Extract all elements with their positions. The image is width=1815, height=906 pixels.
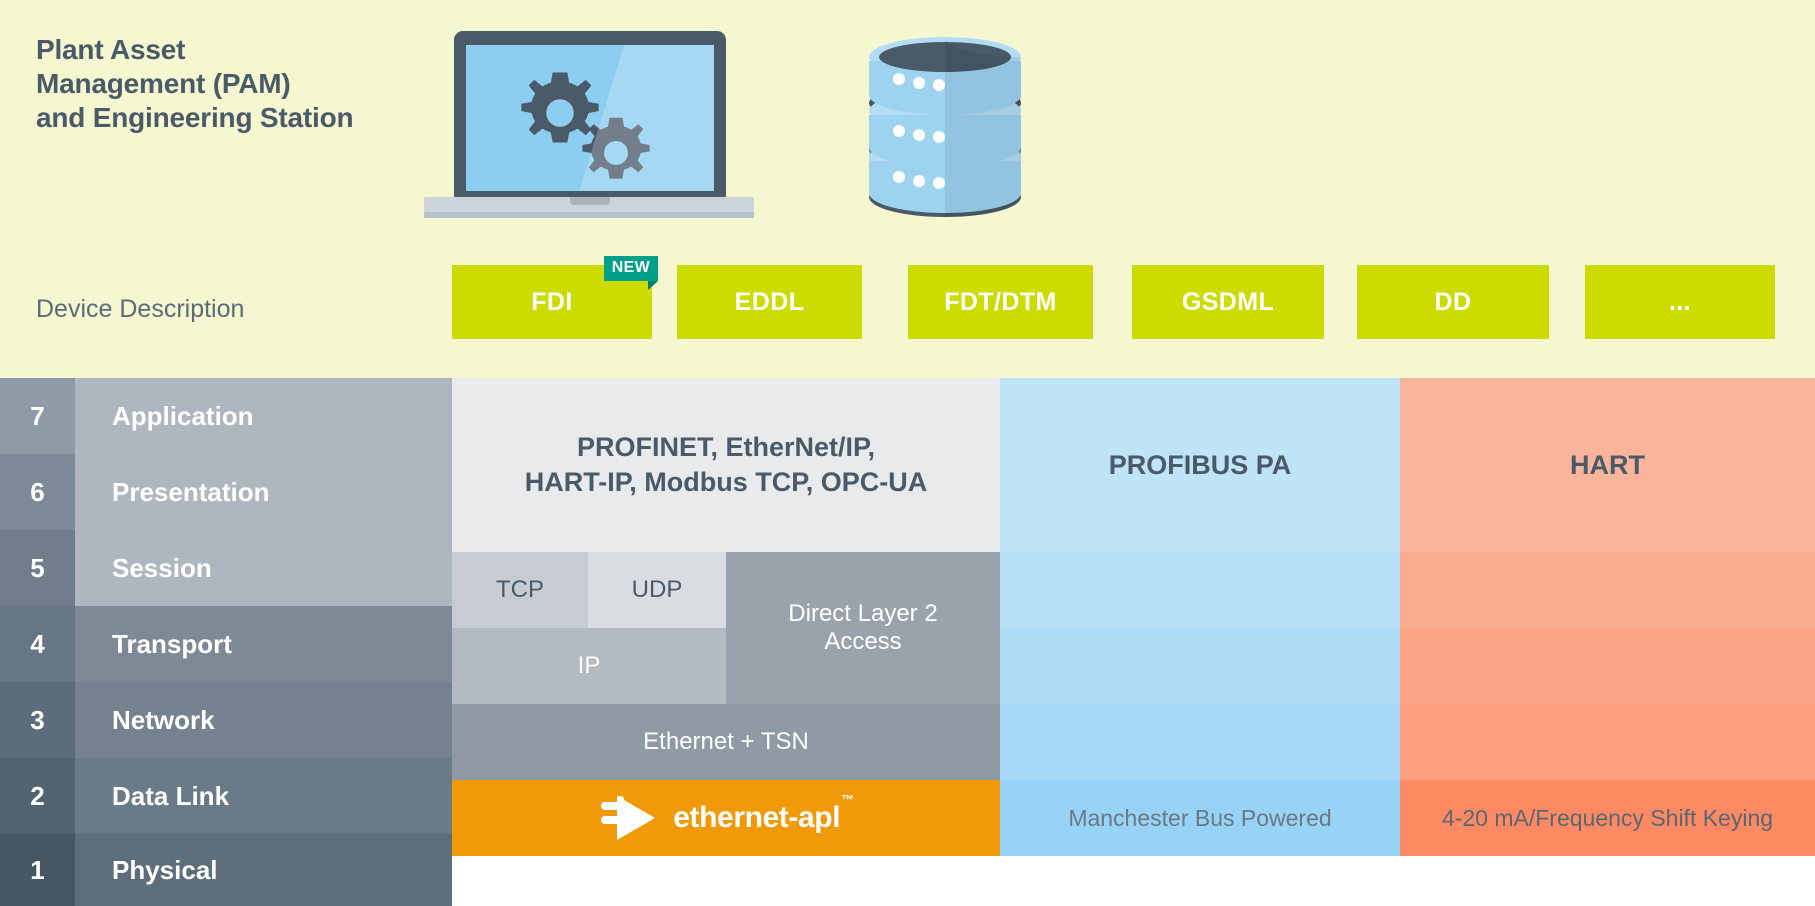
ethernet-protocols-line-2: HART-IP, Modbus TCP, OPC-UA (524, 467, 928, 497)
chip-gsdml[interactable]: GSDML (1132, 265, 1324, 339)
layer-number-4: 4 (0, 606, 75, 682)
ip-cell: IP (452, 628, 726, 704)
ethernet-tsn-label: Ethernet + TSN (643, 728, 809, 755)
profibus-title-cell: PROFIBUS PA (1000, 378, 1400, 552)
layer-name-application: Application (75, 378, 452, 454)
hart-physical-cell: 4-20 mA/Frequency Shift Keying (1400, 780, 1815, 856)
ethernet-datalink-cell: Ethernet + TSN (452, 704, 1000, 780)
profibus-physical-cell: Manchester Bus Powered (1000, 780, 1400, 856)
direct-layer2-line-2: Access (824, 628, 902, 655)
ethernet-apl-arrow-icon (599, 796, 656, 840)
ethernet-apl-physical-cell: ethernet-apl™ (452, 780, 1000, 856)
ethernet-protocols-line-1: PROFINET, EtherNet/IP, (576, 432, 876, 463)
ethernet-apl-logo: ethernet-apl™ (452, 780, 1000, 856)
layer-name-text: Session (112, 552, 212, 583)
direct-layer2-line-1: Direct Layer 2 (788, 600, 938, 627)
chip-fdt-dtm[interactable]: FDT/DTM (908, 265, 1093, 339)
layer-number-text: 3 (30, 704, 45, 735)
layer-number-7: 7 (0, 378, 75, 454)
chip-label: EDDL (734, 287, 805, 316)
layer-number-text: 5 (30, 552, 45, 583)
ethernet-apl-text: ethernet-apl (673, 801, 841, 834)
trademark-symbol: ™ (841, 792, 854, 807)
layer-name-physical: Physical (75, 834, 452, 906)
page-title-line-3: and Engineering Station (36, 101, 354, 133)
ethernet-apl-wordmark: ethernet-apl™ (673, 792, 854, 835)
udp-cell: UDP (588, 552, 726, 628)
tcp-cell: TCP (452, 552, 588, 628)
layer-number-text: 2 (30, 780, 45, 811)
layer-number-2: 2 (0, 758, 75, 834)
screen-glare (466, 45, 714, 191)
layer-name-text: Presentation (112, 476, 270, 507)
tcp-label: TCP (496, 576, 544, 603)
layer-number-text: 1 (30, 854, 45, 885)
hart-physical-label: 4-20 mA/Frequency Shift Keying (1441, 804, 1774, 831)
hart-title: HART (1570, 449, 1645, 480)
chip-label: ... (1668, 287, 1692, 316)
chip-label: GSDML (1181, 287, 1275, 316)
profibus-physical-label: Manchester Bus Powered (1068, 804, 1332, 831)
layer-name-text: Data Link (112, 780, 230, 811)
layer-name-transport: Transport (75, 606, 452, 682)
layer-number-text: 7 (30, 400, 45, 431)
laptop-lid (454, 31, 726, 203)
direct-layer2-access-cell: Direct Layer 2 Access (726, 552, 1000, 704)
layer-name-text: Application (112, 400, 254, 431)
layer-name-text: Transport (112, 628, 232, 659)
profibus-title: PROFIBUS PA (1108, 449, 1292, 480)
osi-stack-table: Manchester Bus Powered PROFIBUS PA 4-20 … (0, 378, 1815, 906)
chip-more[interactable]: ... (1585, 265, 1775, 339)
chip-label: FDI (531, 287, 573, 316)
hart-title-cell: HART (1400, 378, 1815, 552)
layer-number-1: 1 (0, 834, 75, 906)
laptop-notch (570, 197, 610, 205)
hart-network-cell (1400, 628, 1815, 704)
page-title-line-1: Plant Asset (36, 34, 186, 65)
layer-number-text: 6 (30, 476, 45, 507)
layer-name-session: Session (75, 530, 452, 606)
chip-label: FDT/DTM (944, 287, 1057, 316)
laptop-screen (466, 45, 714, 191)
chip-eddl[interactable]: EDDL (677, 265, 862, 339)
device-description-label: Device Description (36, 295, 245, 323)
hart-transport-cell (1400, 552, 1815, 628)
laptop-with-gears-icon (424, 31, 754, 226)
layer-number-6: 6 (0, 454, 75, 530)
udp-label: UDP (631, 576, 683, 603)
layer-number-3: 3 (0, 682, 75, 758)
chip-label: DD (1434, 287, 1472, 316)
ip-label: IP (577, 652, 601, 679)
chip-dd[interactable]: DD (1357, 265, 1549, 339)
profibus-transport-cell (1000, 552, 1400, 628)
database-cylinder-icon (855, 31, 1035, 221)
laptop-shadow (424, 212, 754, 218)
layer-name-text: Physical (112, 854, 218, 885)
chip-fdi[interactable]: FDI NEW (452, 256, 659, 339)
header-band: Plant Asset Management (PAM) and Enginee… (0, 0, 1815, 378)
osi-layer-diagram: Plant Asset Management (PAM) and Enginee… (0, 0, 1815, 906)
page-title-line-2: Management (PAM) (36, 67, 291, 99)
layer-name-presentation: Presentation (75, 454, 452, 530)
layer-number-5: 5 (0, 530, 75, 606)
ethernet-protocols-cell: PROFINET, EtherNet/IP, HART-IP, Modbus T… (452, 378, 1000, 552)
layer-number-text: 4 (30, 628, 45, 659)
profibus-datalink-cell (1000, 704, 1400, 780)
page-title: Plant Asset Management (PAM) and Enginee… (36, 33, 436, 135)
layer-name-data-link: Data Link (75, 758, 452, 834)
new-badge: NEW (603, 256, 659, 290)
layer-name-text: Network (112, 704, 215, 735)
hart-datalink-cell (1400, 704, 1815, 780)
layer-name-network: Network (75, 682, 452, 758)
profibus-network-cell (1000, 628, 1400, 704)
